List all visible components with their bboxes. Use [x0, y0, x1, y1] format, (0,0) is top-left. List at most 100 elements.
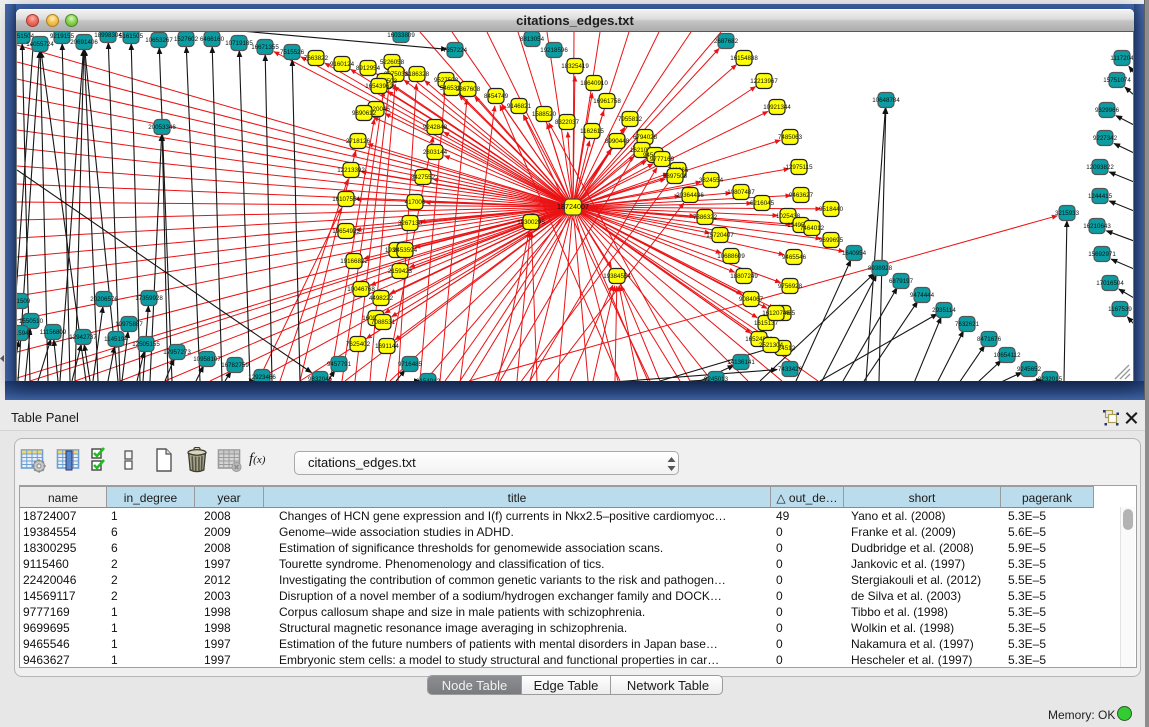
svg-text:8471676: 8471676 — [977, 336, 1002, 343]
svg-text:8232015: 8232015 — [1038, 376, 1063, 381]
svg-text:20206576: 20206576 — [90, 296, 118, 303]
svg-text:18807249: 18807249 — [730, 273, 758, 280]
svg-text:8186328: 8186328 — [405, 71, 430, 78]
svg-text:17957273: 17957273 — [163, 349, 191, 356]
svg-text:9716485: 9716485 — [398, 361, 423, 368]
svg-text:15751074: 15751074 — [1103, 77, 1131, 84]
svg-text:7386322: 7386322 — [693, 214, 718, 221]
svg-text:1145194: 1145194 — [104, 336, 128, 343]
svg-text:1550510: 1550510 — [19, 318, 44, 325]
svg-text:1167539: 1167539 — [1108, 306, 1132, 313]
svg-text:8427552: 8427552 — [411, 174, 436, 181]
svg-text:2718126: 2718126 — [346, 138, 371, 145]
svg-text:6794028: 6794028 — [633, 134, 658, 141]
svg-text:9756928: 9756928 — [778, 283, 803, 290]
svg-text:9457791: 9457791 — [327, 361, 352, 368]
svg-text:12942737: 12942737 — [69, 334, 97, 341]
svg-text:10653267: 10653267 — [145, 37, 173, 44]
svg-text:8322037: 8322037 — [555, 119, 580, 126]
svg-text:9890612: 9890612 — [352, 110, 377, 117]
svg-text:3824554: 3824554 — [699, 177, 724, 184]
svg-text:14055724: 14055724 — [26, 41, 54, 48]
svg-text:9463627: 9463627 — [789, 192, 814, 199]
svg-text:2159423: 2159423 — [388, 268, 413, 275]
svg-text:16782759: 16782759 — [221, 362, 249, 369]
svg-text:5226058: 5226058 — [380, 59, 405, 66]
svg-text:7515526: 7515526 — [280, 49, 305, 56]
svg-text:3215933: 3215933 — [1055, 210, 1080, 217]
svg-text:12213392: 12213392 — [337, 167, 365, 174]
svg-text:16120746: 16120746 — [762, 310, 790, 317]
svg-text:9146821: 9146821 — [507, 103, 532, 110]
svg-text:417006: 417006 — [405, 199, 426, 206]
svg-text:9465546: 9465546 — [782, 254, 807, 261]
svg-text:12213967: 12213967 — [750, 78, 778, 85]
svg-text:6897508: 6897508 — [663, 173, 688, 180]
svg-text:931509: 931509 — [17, 298, 31, 305]
svg-text:1117204: 1117204 — [1110, 55, 1133, 62]
svg-text:6216045: 6216045 — [750, 200, 775, 207]
svg-text:1640954: 1640954 — [842, 250, 867, 257]
svg-text:16543962: 16543962 — [365, 83, 393, 90]
svg-text:8154042: 8154042 — [416, 378, 441, 381]
svg-text:8990448: 8990448 — [605, 138, 630, 145]
svg-text:7625402: 7625402 — [346, 341, 371, 348]
svg-text:19218596: 19218596 — [540, 47, 568, 54]
svg-text:2803144: 2803144 — [423, 149, 448, 156]
svg-text:5161505: 5161505 — [119, 33, 144, 40]
svg-text:11156809: 11156809 — [40, 329, 67, 336]
svg-text:10807487: 10807487 — [727, 189, 755, 196]
svg-text:10958107: 10958107 — [193, 356, 221, 363]
svg-text:9245013: 9245013 — [704, 376, 729, 381]
svg-text:10975887: 10975887 — [115, 321, 143, 328]
svg-text:20691406: 20691406 — [70, 39, 98, 46]
svg-text:7632621: 7632621 — [955, 321, 980, 328]
svg-text:16961758: 16961758 — [593, 98, 621, 105]
svg-text:19166822: 19166822 — [340, 258, 368, 265]
svg-text:16107554: 16107554 — [332, 196, 360, 203]
svg-text:1162615: 1162615 — [580, 128, 604, 135]
svg-text:3915948: 3915948 — [17, 330, 33, 337]
svg-text:2687682: 2687682 — [714, 38, 739, 45]
svg-text:2935114: 2935114 — [932, 307, 956, 314]
svg-text:7464012: 7464012 — [800, 225, 825, 232]
svg-text:10719185: 10719185 — [225, 40, 253, 47]
svg-text:16033809: 16033809 — [387, 32, 415, 39]
svg-text:17359928: 17359928 — [135, 295, 163, 302]
svg-text:7663822: 7663822 — [304, 55, 329, 62]
svg-text:8938928: 8938928 — [868, 265, 893, 272]
svg-text:8454749: 8454749 — [484, 93, 509, 100]
svg-text:12975115: 12975115 — [785, 164, 813, 171]
svg-text:18300295: 18300295 — [517, 219, 545, 226]
svg-text:9242848: 9242848 — [423, 124, 448, 131]
svg-text:19654923: 19654923 — [332, 228, 360, 235]
svg-text:16154838: 16154838 — [730, 55, 758, 62]
svg-text:1244415: 1244415 — [1088, 193, 1113, 200]
svg-text:18724007: 18724007 — [557, 202, 589, 211]
svg-text:9699695: 9699695 — [819, 237, 844, 244]
svg-text:9518440: 9518440 — [819, 206, 844, 213]
svg-text:10648784: 10648784 — [872, 97, 900, 104]
svg-text:12923466: 12923466 — [248, 374, 276, 381]
svg-text:18640910: 18640910 — [580, 80, 608, 87]
svg-text:7433426: 7433426 — [778, 366, 803, 373]
svg-text:6466160: 6466160 — [200, 36, 225, 43]
svg-text:9474444: 9474444 — [910, 292, 935, 299]
svg-text:18325419: 18325419 — [561, 63, 589, 70]
svg-text:15692971: 15692971 — [1088, 251, 1116, 258]
svg-text:15720407: 15720407 — [706, 232, 734, 239]
svg-text:20364436: 20364436 — [676, 192, 704, 199]
svg-text:7485063: 7485063 — [778, 134, 803, 141]
svg-text:14136141: 14136141 — [727, 359, 755, 366]
svg-text:9329966: 9329966 — [1095, 107, 1120, 114]
svg-text:10921344: 10921344 — [763, 104, 791, 111]
svg-text:7088531: 7088531 — [371, 319, 396, 326]
svg-text:9777169: 9777169 — [650, 156, 675, 163]
svg-text:1588520: 1588520 — [532, 111, 557, 118]
svg-text:9832045: 9832045 — [308, 376, 333, 381]
svg-text:9160124: 9160124 — [330, 61, 355, 68]
svg-text:8912954: 8912954 — [356, 65, 381, 72]
svg-text:7357224: 7357224 — [443, 47, 468, 54]
svg-text:20053346: 20053346 — [148, 124, 176, 131]
svg-text:10654112: 10654112 — [993, 352, 1021, 359]
